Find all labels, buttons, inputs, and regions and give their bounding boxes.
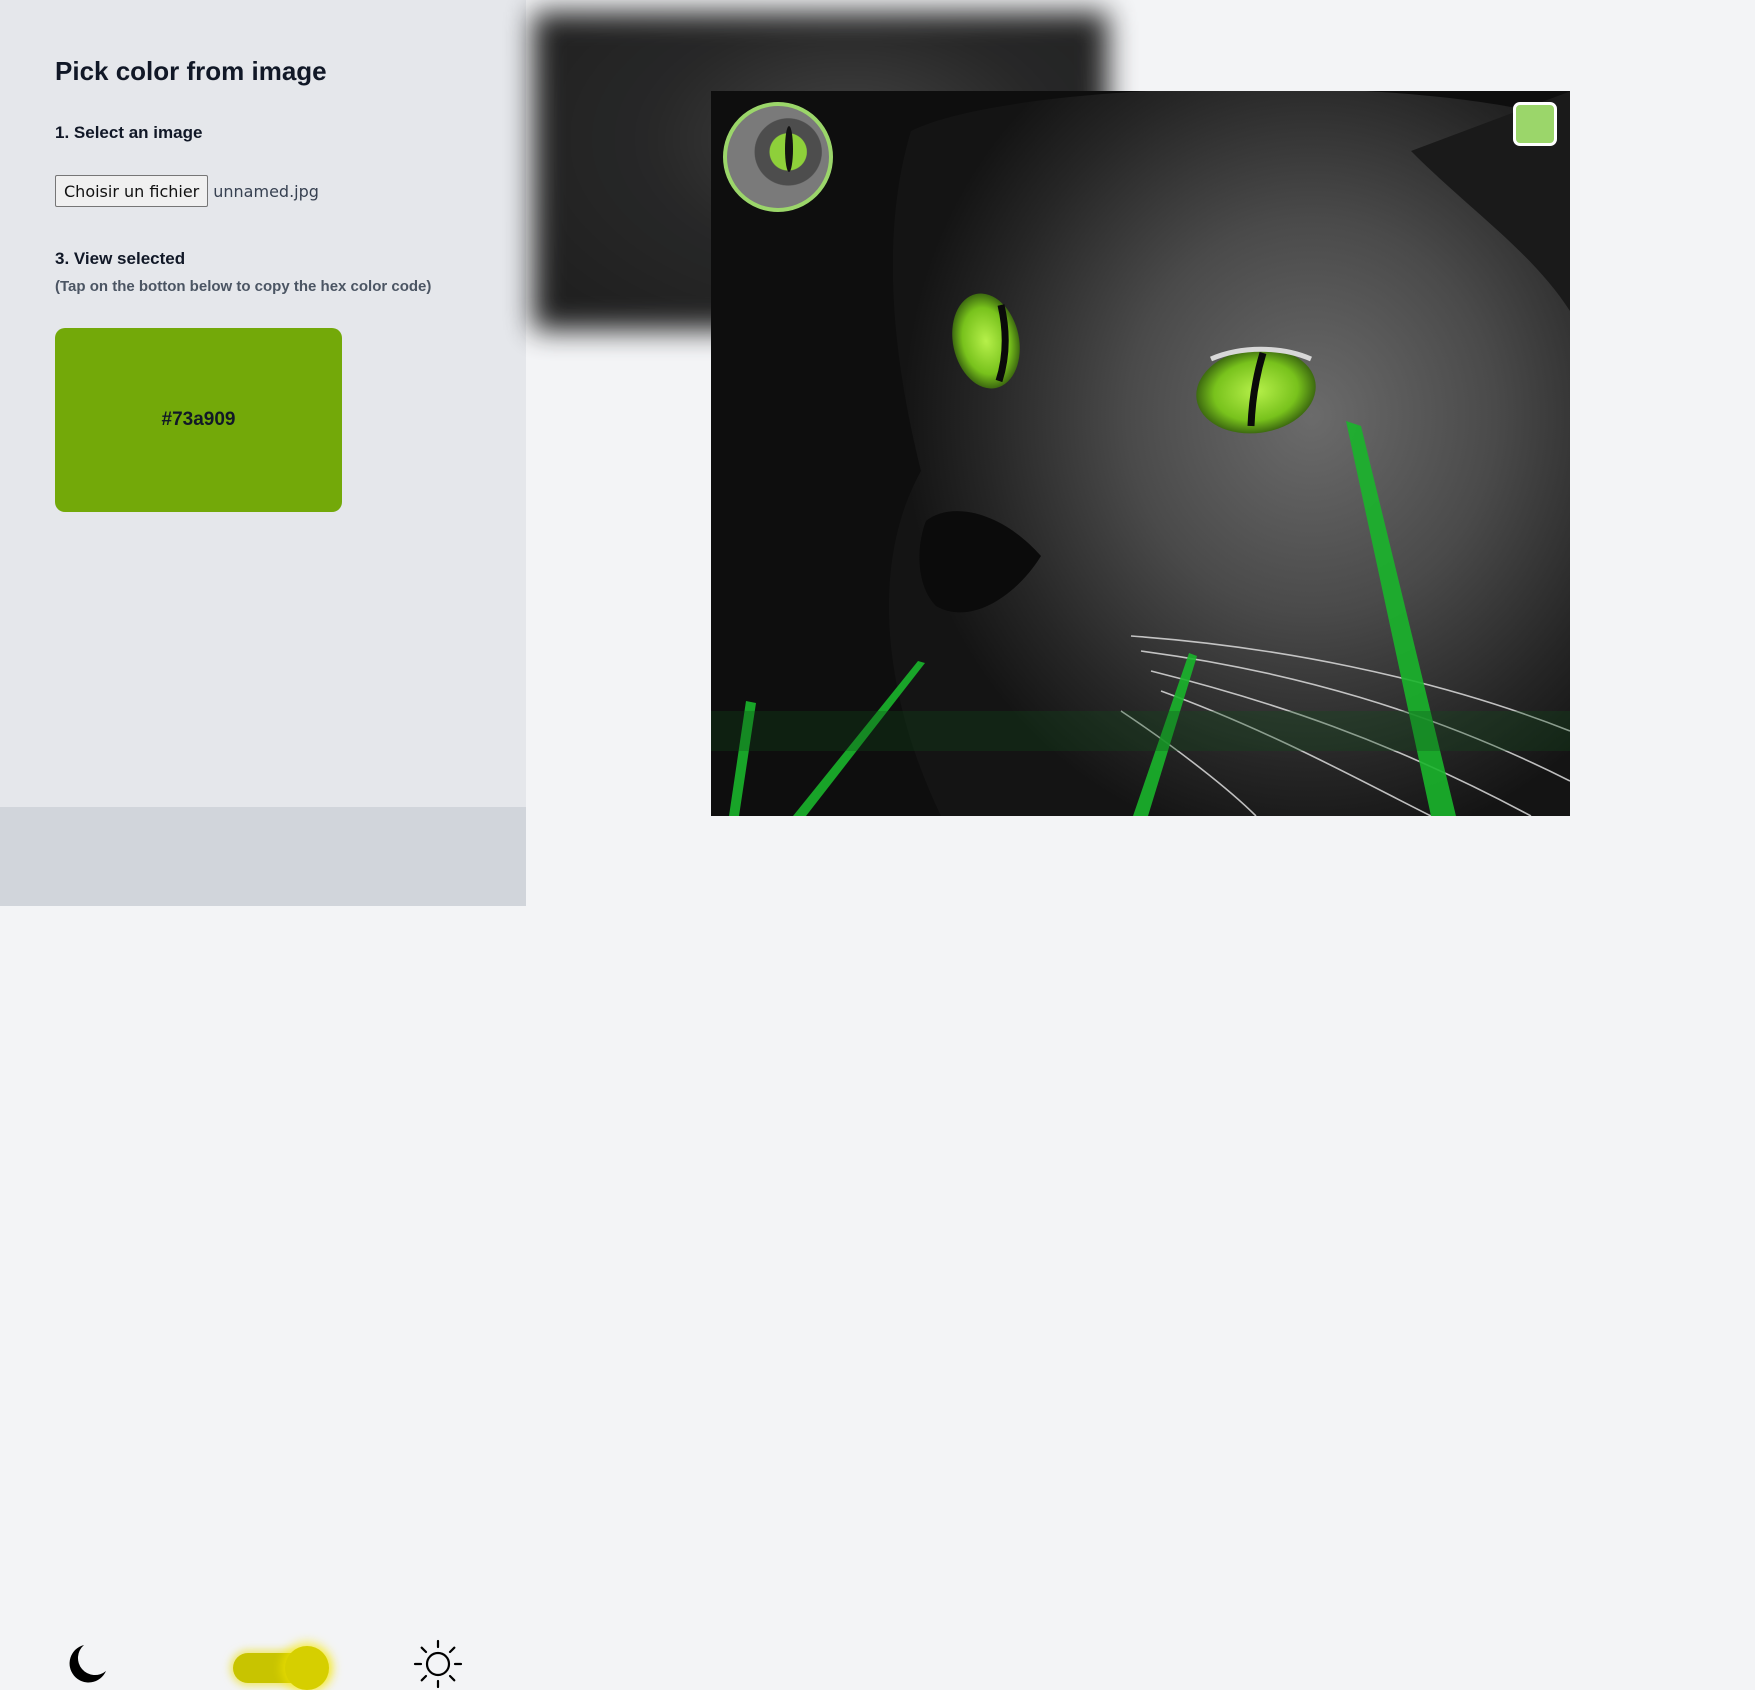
selected-file-name: unnamed.jpg — [213, 181, 319, 201]
choose-file-button[interactable]: Choisir un fichier — [55, 175, 209, 207]
step3-heading: 3. View selected — [55, 249, 186, 268]
copy-hint: (Tap on the botton below to copy the hex… — [55, 278, 432, 295]
hover-color-preview — [1513, 102, 1557, 146]
cat-photo — [711, 91, 1570, 816]
sun-icon[interactable] — [413, 1639, 463, 1689]
image-canvas[interactable] — [711, 91, 1570, 816]
magnifier-preview — [785, 126, 793, 172]
step1-heading: 1. Select an image — [55, 123, 203, 142]
color-picker-magnifier — [723, 102, 833, 212]
moon-icon[interactable] — [64, 1641, 110, 1687]
theme-toggle-knob[interactable] — [285, 1646, 329, 1690]
selected-hex-code: #73a909 — [161, 409, 236, 430]
sidebar: Pick color from image 1. Select an image… — [0, 0, 526, 1690]
theme-footer — [0, 807, 526, 1690]
file-input: Choisir un fichier unnamed.jpg — [55, 175, 319, 207]
selected-color-swatch[interactable]: #73a909 — [55, 328, 342, 512]
page-title: Pick color from image — [55, 56, 327, 86]
theme-toggle[interactable] — [233, 1646, 329, 1690]
